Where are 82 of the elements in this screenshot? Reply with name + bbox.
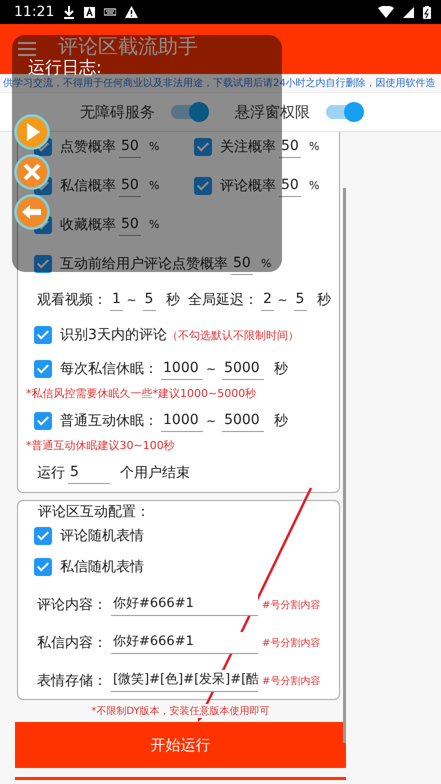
checkbox[interactable] [34, 412, 52, 430]
warning-text: *私信风控需要休眠久一些*建议1000~5000秒 [25, 386, 258, 400]
input-field[interactable]: 50 [279, 174, 301, 196]
hint-text: #号分割内容 [262, 636, 320, 650]
unit-label: % [149, 218, 160, 231]
range-separator: ~ [126, 293, 137, 307]
field-label: 评论内容： [37, 596, 107, 614]
checkbox[interactable] [34, 326, 52, 344]
unit-label: % [149, 179, 160, 192]
unit-label: % [261, 257, 272, 270]
hint-text: （不勾选默认不限制时间） [166, 328, 299, 342]
unit-label: 秒 [166, 291, 180, 309]
text-field[interactable]: 你好#666#1 [111, 632, 258, 654]
field-label: 表情存储： [37, 672, 107, 690]
option-label: 私信概率 [60, 176, 116, 194]
keyboard-icon [104, 8, 116, 16]
text-icon [84, 6, 96, 18]
input-field[interactable]: 5 [294, 289, 307, 311]
option-label: 普通互动休眠： [60, 412, 158, 430]
checkbox[interactable] [194, 176, 212, 194]
option-label: 评论概率 [220, 176, 276, 194]
input-field[interactable]: 5000 [222, 410, 264, 432]
option-label: 收藏概率 [60, 216, 116, 234]
input-field[interactable]: 50 [279, 136, 301, 158]
checkbox[interactable] [194, 138, 212, 156]
unit-label: 秒 [274, 360, 288, 378]
wifi-icon [378, 6, 394, 18]
option-label: 评论随机表情 [60, 527, 144, 545]
section-title: 评论区互动配置： [37, 503, 151, 521]
start-button[interactable]: 开始运行 [15, 722, 346, 768]
input-field[interactable]: 5 [68, 462, 110, 484]
permission-label: 无障碍服务 [80, 102, 155, 122]
checkbox[interactable] [34, 527, 52, 545]
input-field[interactable]: 50 [119, 136, 141, 158]
unit-label: % [149, 140, 160, 153]
input-field[interactable]: 1 [110, 289, 124, 311]
option-label: 互动前给用户评论点赞概率 [60, 254, 228, 272]
run-label: 个用户结束 [120, 464, 190, 482]
footer-note: *不限制DY版本，安装任意版本使用即可 [91, 704, 270, 718]
hint-text: #号分割内容 [262, 674, 320, 688]
input-field[interactable]: 50 [119, 174, 141, 196]
toggle-switch[interactable] [326, 105, 362, 119]
text-field[interactable]: [微笑]#[色]#[发呆]#[酷 [111, 670, 258, 692]
option-label: 识别3天内的评论 [60, 326, 167, 344]
hint-text: #号分割内容 [262, 598, 320, 612]
range-separator: ~ [206, 362, 216, 376]
unit-label: % [309, 140, 320, 153]
range-label: 观看视频： [37, 291, 107, 309]
warning-text: *普通互动休眠建议30~100秒 [25, 438, 176, 452]
range-separator: ~ [206, 414, 216, 428]
checkbox[interactable] [34, 558, 52, 576]
text-field[interactable]: 你好#666#1 [111, 594, 258, 616]
toggle-switch[interactable] [171, 105, 207, 119]
field-label: 私信内容： [37, 634, 107, 652]
signal-icon [403, 6, 414, 18]
run-label: 运行 [37, 464, 65, 482]
input-field[interactable]: 50 [231, 252, 253, 274]
option-label: 每次私信休眠： [60, 360, 158, 378]
input-field[interactable]: 5 [142, 289, 156, 311]
permission-label: 悬浮窗权限 [235, 102, 310, 122]
range-separator: ~ [277, 293, 288, 307]
input-field[interactable]: 50 [119, 214, 141, 236]
input-field[interactable]: 1000 [161, 358, 203, 380]
unit-label: % [309, 179, 320, 192]
input-field[interactable]: 1000 [161, 410, 203, 432]
option-label: 私信随机表情 [60, 558, 144, 576]
app-title: 评论区截流助手 [58, 36, 198, 56]
menu-icon[interactable] [18, 42, 36, 56]
input-field[interactable]: 2 [261, 289, 274, 311]
unit-label: 秒 [317, 291, 331, 309]
warning-icon [125, 6, 138, 18]
download-icon [63, 5, 76, 19]
unit-label: 秒 [274, 412, 288, 430]
option-label: 关注概率 [220, 138, 276, 156]
battery-icon [423, 6, 431, 18]
clock: 11:21 [14, 4, 54, 20]
checkbox[interactable] [34, 254, 52, 272]
checkbox[interactable] [34, 360, 52, 378]
log-title: 运行日志: [28, 60, 102, 77]
option-label: 点赞概率 [60, 138, 116, 156]
range-label: 全局延迟： [188, 291, 258, 309]
input-field[interactable]: 5000 [222, 358, 264, 380]
